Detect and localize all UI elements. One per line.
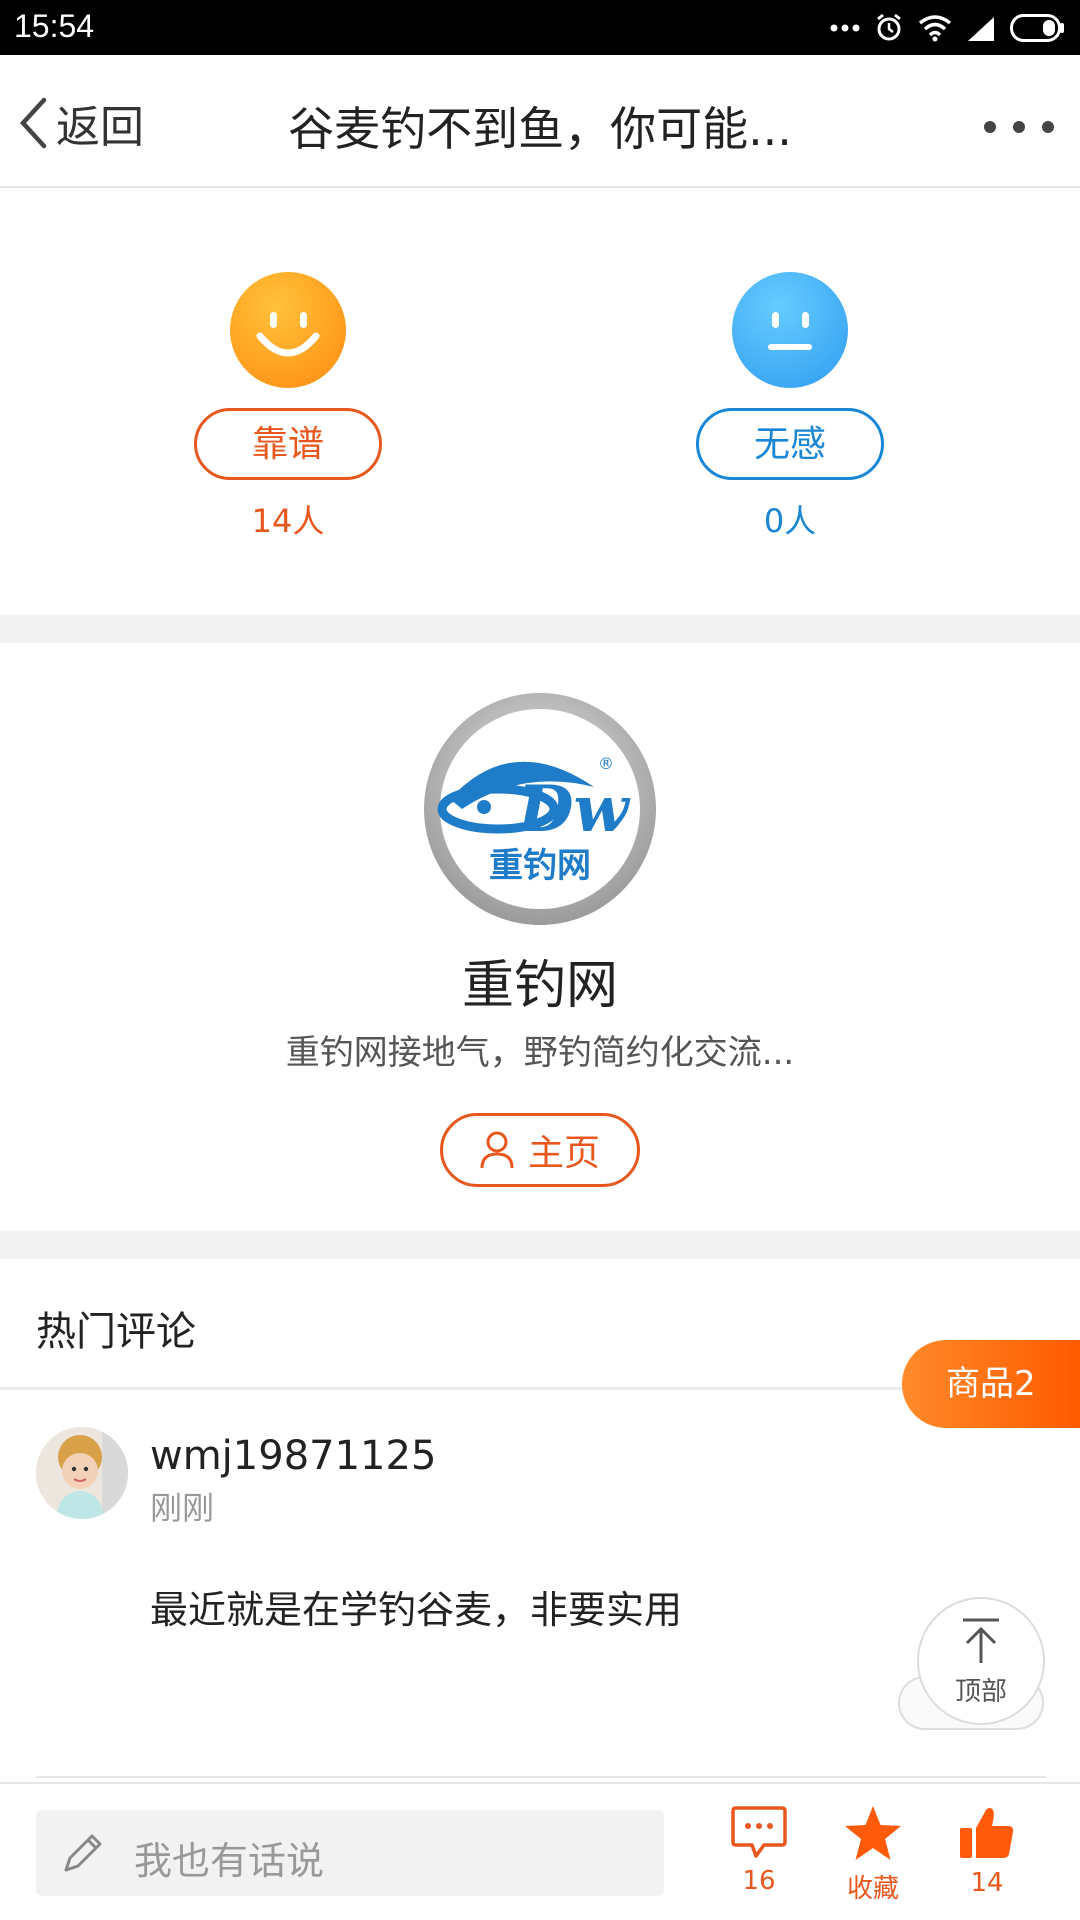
page-title: 谷麦钓不到鱼，你可能... — [288, 102, 792, 156]
vote-like: 靠谱 14人 — [138, 272, 438, 542]
status-time: 15:54 — [14, 8, 95, 44]
like-count-bottom: 14 — [970, 1868, 1004, 1898]
divider — [36, 1776, 1046, 1778]
home-label: 主页 — [527, 1133, 600, 1174]
comment-username[interactable]: wmj19871125 — [150, 1433, 436, 1479]
comment-text: 最近就是在学钓谷麦，非要实用 — [150, 1588, 683, 1632]
svg-text:重钓网: 重钓网 — [489, 846, 591, 886]
status-icons — [830, 10, 1066, 46]
section-divider — [0, 615, 1080, 643]
status-bar: 15:54 — [0, 0, 1080, 55]
author-home-button[interactable]: 主页 — [440, 1113, 640, 1187]
neutral-button[interactable]: 无感 — [696, 408, 884, 480]
author-name[interactable]: 重钓网 — [0, 943, 1080, 1018]
more-dot — [984, 121, 996, 133]
smile-icon[interactable] — [230, 272, 346, 388]
author-logo[interactable]: Dw ® 重钓网 — [422, 691, 658, 927]
pencil-icon — [64, 1834, 102, 1872]
author-section: Dw ® 重钓网 重钓网 重钓网接地气，野钓简约化交流... 主页 — [0, 643, 1080, 1231]
svg-text:Dw: Dw — [516, 772, 631, 847]
like-count: 14人 — [251, 502, 325, 540]
avatar[interactable] — [36, 1427, 128, 1519]
neutral-face-icon[interactable] — [732, 272, 848, 388]
comments-button[interactable]: 16 — [714, 1804, 804, 1896]
more-dots-icon — [830, 24, 860, 32]
products-float-button[interactable]: 商品2 — [902, 1340, 1080, 1428]
to-top-arrow-icon — [963, 1618, 999, 1663]
back-to-top-button[interactable]: 顶部 — [917, 1597, 1045, 1725]
neutral-count: 0人 — [763, 502, 817, 540]
back-to-top-label: 顶部 — [954, 1677, 1007, 1707]
vote-neutral: 无感 0人 — [640, 272, 940, 542]
thumbs-up-icon — [960, 1808, 1014, 1858]
nav-bar: 返回 谷麦钓不到鱼，你可能... — [0, 55, 1080, 188]
vote-section: 靠谱 14人 无感 0人 — [0, 190, 1080, 615]
section-divider — [0, 1231, 1080, 1259]
back-label: 返回 — [56, 102, 144, 153]
wifi-icon — [918, 15, 952, 42]
battery-icon — [1010, 14, 1064, 42]
alarm-icon — [877, 13, 901, 41]
like-button[interactable]: 靠谱 — [194, 408, 382, 480]
comment-time: 刚刚 — [150, 1489, 215, 1527]
signal-icon — [968, 17, 994, 41]
more-button[interactable] — [984, 107, 1054, 147]
comments-title: 热门评论 — [36, 1309, 196, 1355]
more-dot — [1042, 121, 1054, 133]
bottom-bar: 我也有话说 16 收藏 14 — [0, 1782, 1080, 1920]
like-bottom-button[interactable]: 14 — [942, 1804, 1032, 1898]
comment-count: 16 — [742, 1866, 776, 1896]
back-button[interactable]: 返回 — [18, 93, 144, 153]
comment-input-placeholder: 我也有话说 — [134, 1839, 325, 1883]
user-icon — [480, 1131, 514, 1169]
more-dot — [1013, 121, 1025, 133]
favorite-label: 收藏 — [846, 1874, 899, 1904]
star-icon — [845, 1806, 901, 1860]
back-chevron-icon — [19, 97, 47, 149]
comment-input[interactable]: 我也有话说 — [36, 1810, 664, 1896]
favorite-button[interactable]: 收藏 — [828, 1804, 918, 1905]
author-description: 重钓网接地气，野钓简约化交流... — [285, 1033, 795, 1073]
comment-icon — [731, 1806, 787, 1858]
svg-text:®: ® — [598, 754, 614, 773]
